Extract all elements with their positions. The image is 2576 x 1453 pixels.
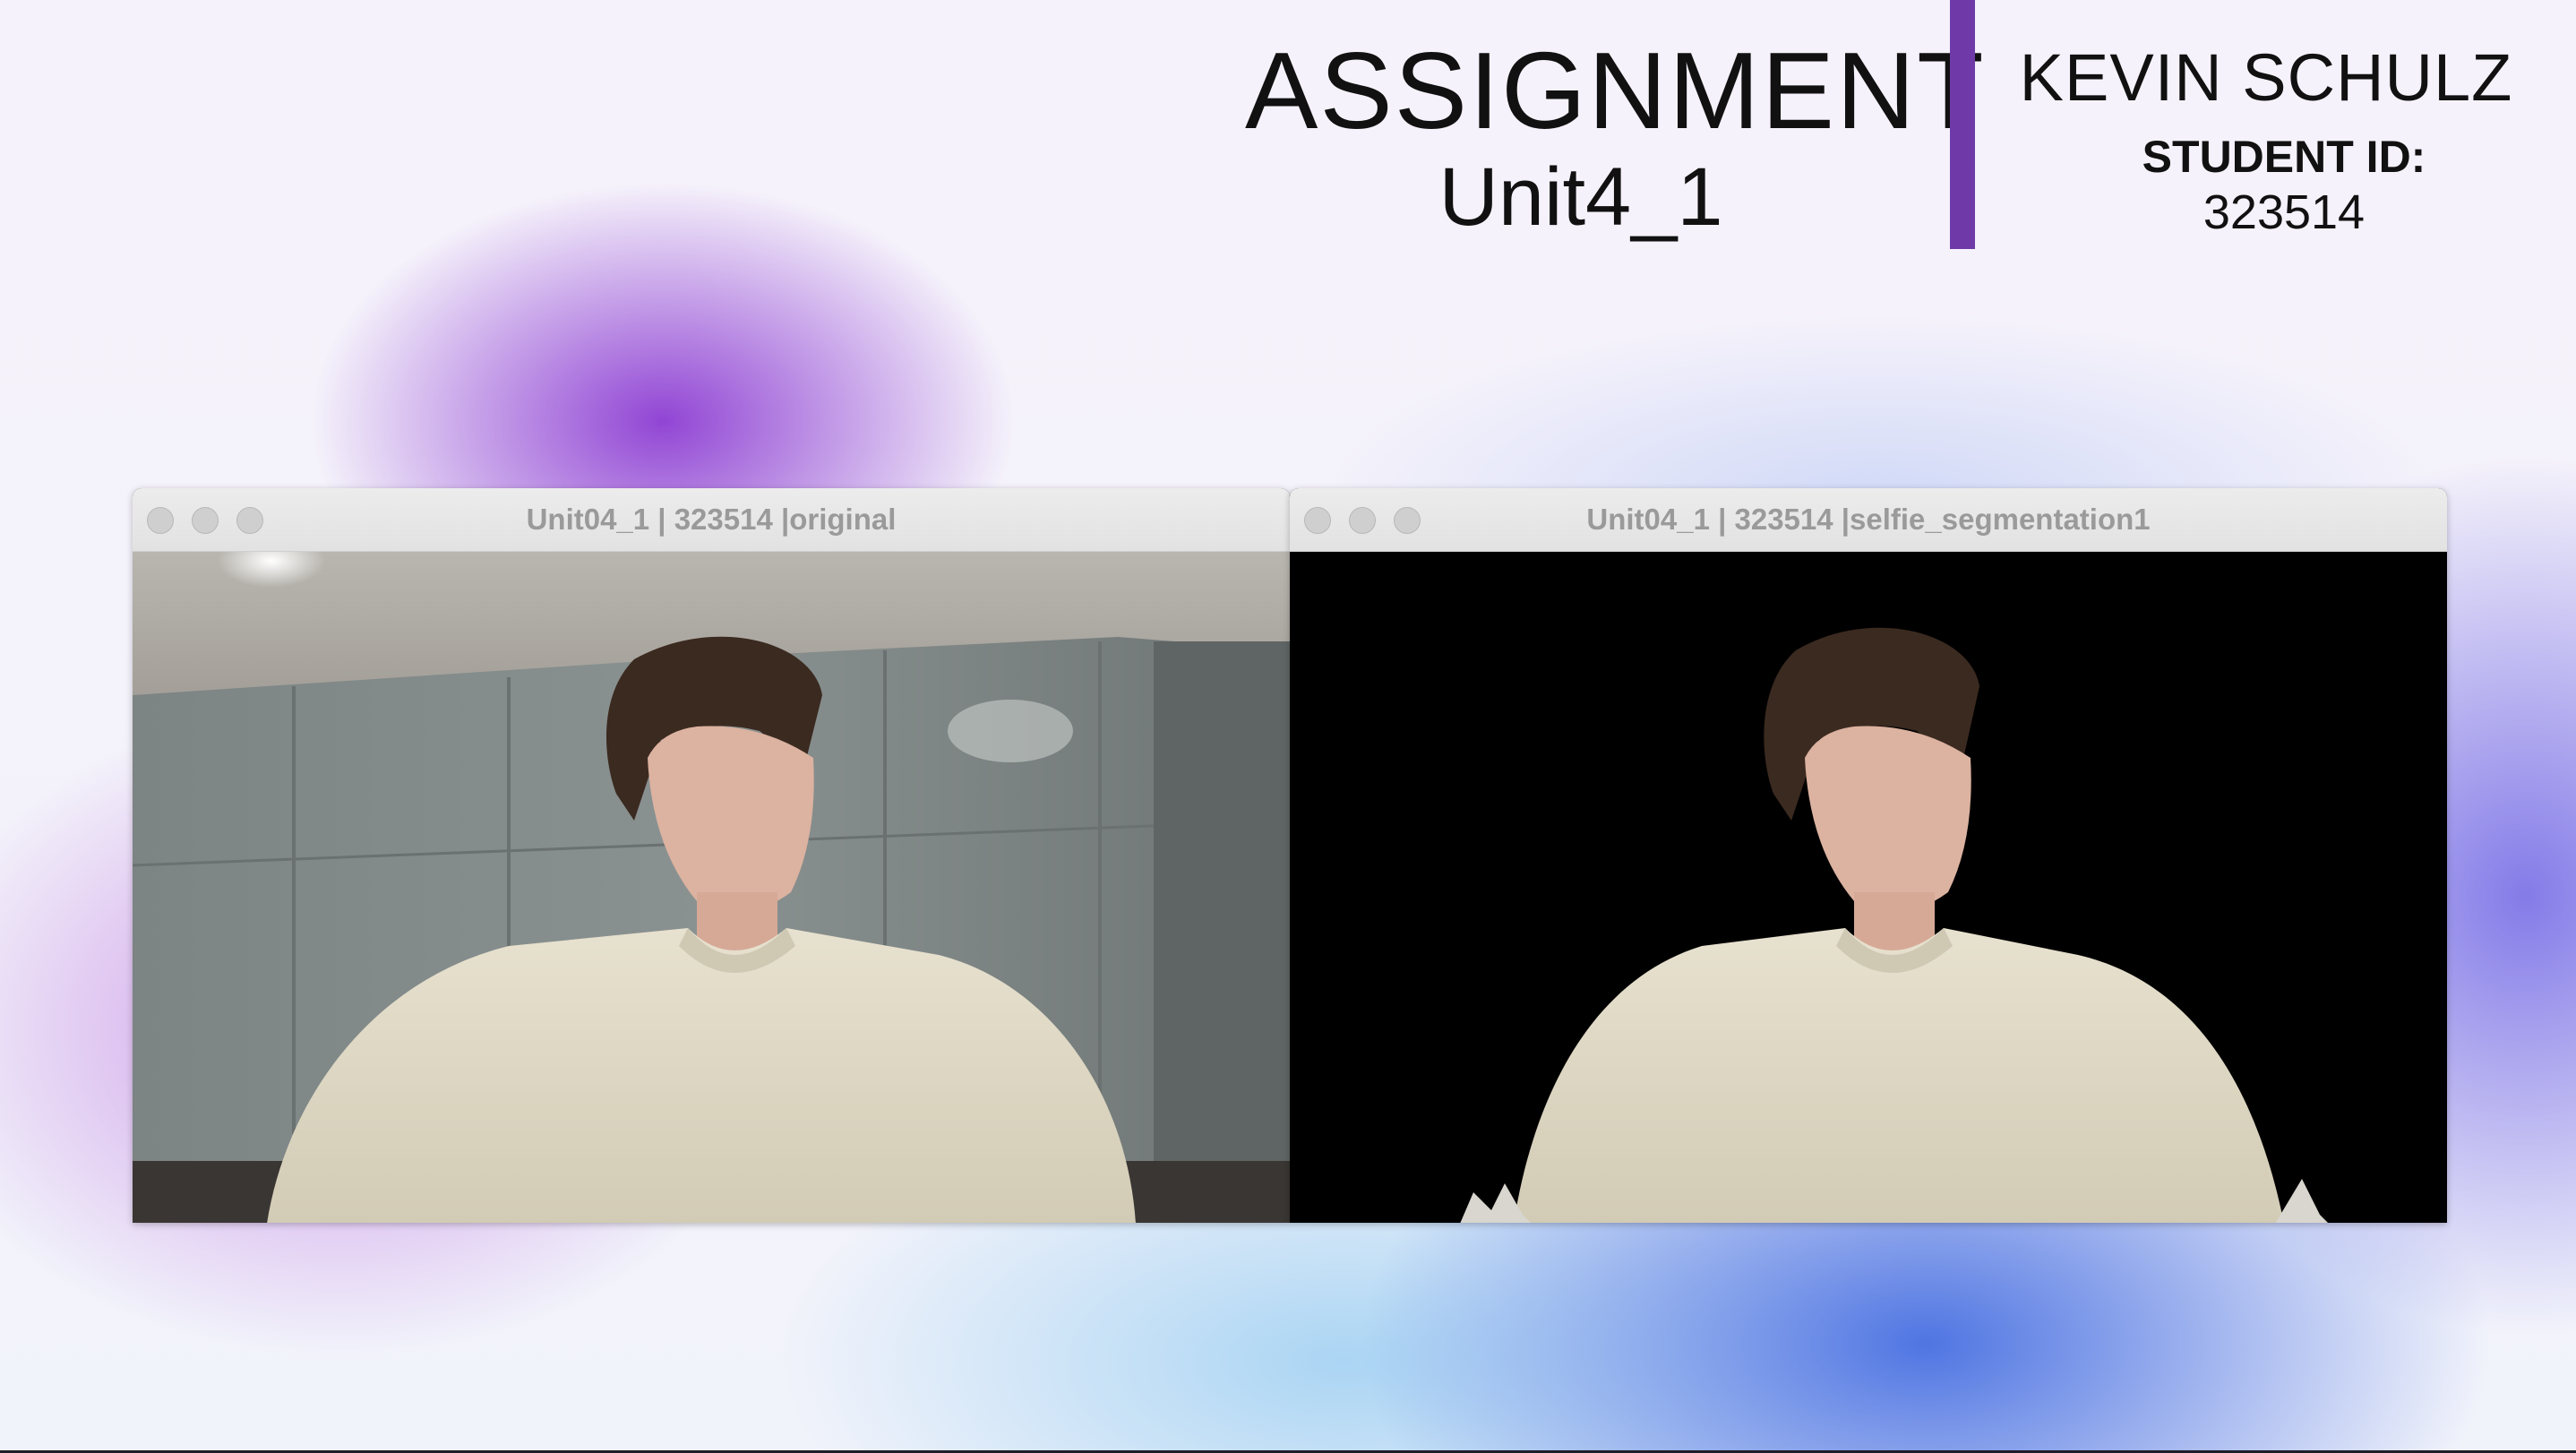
student-id-label: STUDENT ID: — [2142, 131, 2426, 182]
accent-divider — [1950, 0, 1975, 249]
assignment-title: ASSIGNMENT — [1245, 30, 1986, 151]
window-titlebar[interactable]: Unit04_1 | 323514 |original — [133, 488, 1290, 552]
segmentation-window[interactable]: Unit04_1 | 323514 |selfie_segmentation1 — [1290, 488, 2447, 1223]
unit-subtitle: Unit4_1 — [1438, 151, 1723, 243]
original-window[interactable]: Unit04_1 | 323514 |original — [133, 488, 1290, 1223]
window-title: Unit04_1 | 323514 |selfie_segmentation1 — [1586, 503, 2151, 536]
window-titlebar[interactable]: Unit04_1 | 323514 |selfie_segmentation1 — [1290, 488, 2447, 552]
webcam-frame-segmented — [1290, 552, 2447, 1223]
student-block: KEVIN SCHULZ STUDENT ID: 323514 — [1997, 43, 2535, 240]
title-block: ASSIGNMENT Unit4_1 — [1245, 30, 1986, 243]
student-id-value: 323514 — [2202, 185, 2366, 239]
original-scene-image — [133, 552, 1290, 1223]
student-name: KEVIN SCHULZ — [2019, 40, 2513, 115]
window-title: Unit04_1 | 323514 |original — [526, 503, 897, 536]
segmented-scene-image — [1290, 552, 2447, 1223]
webcam-frame-original — [133, 552, 1290, 1223]
